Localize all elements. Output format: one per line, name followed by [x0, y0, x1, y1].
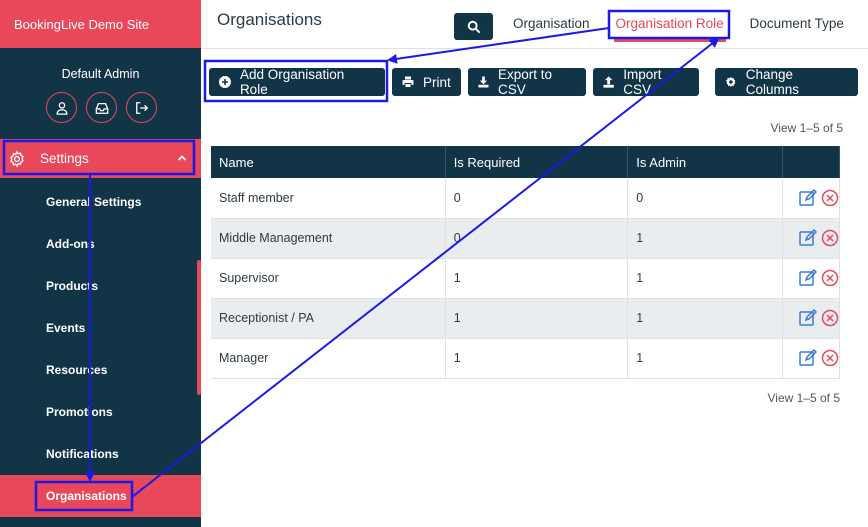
sidebar-item-label: Settings [40, 151, 89, 166]
change-columns-button[interactable]: Change Columns [715, 67, 858, 97]
export-csv-button[interactable]: Export to CSV [468, 67, 586, 97]
plus-circle-icon [219, 76, 231, 88]
cell-is-admin: 0 [627, 178, 783, 219]
cell-is-required: 1 [445, 298, 629, 339]
sidebar-item-settings[interactable]: Settings [0, 139, 201, 178]
admin-name: Default Admin [61, 67, 140, 81]
app-root: BookingLive Demo Site Default Admin Sett… [0, 0, 868, 527]
chevron-up-icon [177, 155, 187, 161]
logout-icon [135, 101, 148, 114]
delete-icon[interactable] [821, 229, 839, 247]
search-icon [467, 20, 480, 33]
brand-title[interactable]: BookingLive Demo Site [0, 0, 201, 48]
logout-button[interactable] [126, 92, 157, 123]
cell-actions [782, 218, 841, 259]
tab-bar: Organisation Organisation Role Document … [513, 16, 868, 42]
sidebar-item-add-ons[interactable]: Add-ons [0, 223, 201, 265]
cell-is-required: 1 [445, 338, 629, 379]
tab-document-type[interactable]: Document Type [750, 16, 844, 42]
gear-icon [10, 149, 24, 168]
page-title: Organisations [217, 10, 322, 29]
sidebar-item-resources[interactable]: Resources [0, 349, 201, 391]
column-header-name[interactable]: Name [211, 146, 446, 178]
gear-icon [725, 76, 736, 88]
cell-is-required: 1 [445, 258, 629, 299]
tab-organisation-role[interactable]: Organisation Role [613, 16, 726, 42]
column-header-actions [782, 146, 841, 178]
table-row: Receptionist / PA 1 1 [211, 298, 841, 339]
column-header-is-admin[interactable]: Is Admin [627, 146, 783, 178]
cell-is-required: 0 [445, 218, 629, 259]
cell-name: Middle Management [211, 218, 446, 259]
sidebar-item-products[interactable]: Products [0, 265, 201, 307]
export-button-label: Export to CSV [497, 67, 552, 97]
inbox-button[interactable] [86, 92, 117, 123]
sidebar-item-organisations[interactable]: Organisations [0, 475, 201, 517]
cell-name: Receptionist / PA [211, 298, 446, 339]
table-row: Supervisor 1 1 [211, 258, 841, 299]
sidebar-item-notifications[interactable]: Notifications [0, 433, 201, 475]
cell-is-admin: 1 [627, 258, 783, 299]
sidebar-item-promotions[interactable]: Promotions [0, 391, 201, 433]
cell-actions [782, 258, 841, 299]
header-divider [201, 48, 868, 49]
edit-icon[interactable] [799, 349, 817, 367]
download-icon [478, 76, 489, 88]
sidebar: BookingLive Demo Site Default Admin Sett… [0, 0, 201, 527]
print-button-label: Print [423, 74, 451, 90]
edit-icon[interactable] [799, 188, 817, 207]
printer-icon [402, 76, 414, 88]
cell-name: Staff member [211, 178, 446, 219]
columns-button-label: Change Columns [745, 67, 800, 97]
import-csv-button[interactable]: Import CSV [593, 67, 699, 97]
upload-icon [603, 76, 614, 88]
cell-is-admin: 1 [627, 218, 783, 259]
delete-icon[interactable] [821, 309, 839, 327]
cell-is-admin: 1 [627, 338, 783, 379]
pagination-info-bottom: View 1–5 of 5 [767, 391, 841, 405]
sidebar-item-events[interactable]: Events [0, 307, 201, 349]
settings-submenu: General Settings Add-ons Products Events… [0, 181, 201, 517]
add-organisation-role-button[interactable]: Add Organisation Role [209, 67, 385, 97]
profile-button[interactable] [46, 92, 77, 123]
edit-icon[interactable] [799, 229, 817, 247]
sidebar-item-general-settings[interactable]: General Settings [0, 181, 201, 223]
pagination-info-top: View 1–5 of 5 [770, 121, 844, 135]
search-button[interactable] [454, 13, 493, 40]
column-header-is-required[interactable]: Is Required [445, 146, 629, 178]
table-row: Manager 1 1 [211, 338, 841, 379]
table-row: Staff member 0 0 [211, 178, 841, 219]
admin-icon-group [46, 92, 157, 123]
edit-icon[interactable] [799, 309, 817, 327]
toolbar: Add Organisation Role Print Export to CS… [209, 67, 858, 97]
cell-actions [782, 338, 841, 379]
edit-icon[interactable] [799, 269, 817, 287]
main-content: Organisations Organisation Organisation … [201, 0, 868, 527]
cell-name: Manager [211, 338, 446, 379]
roles-table: Name Is Required Is Admin Staff member 0… [211, 146, 841, 379]
inbox-icon [95, 102, 108, 114]
table-row: Middle Management 0 1 [211, 218, 841, 259]
import-button-label: Import CSV [623, 67, 662, 97]
print-button[interactable]: Print [392, 68, 461, 96]
add-button-label: Add Organisation Role [239, 67, 345, 97]
cell-name: Supervisor [211, 258, 446, 299]
table-header-row: Name Is Required Is Admin [211, 146, 841, 178]
cell-actions [782, 178, 841, 219]
cell-actions [782, 298, 841, 339]
delete-icon[interactable] [821, 269, 839, 287]
cell-is-required: 0 [445, 178, 629, 219]
tab-organisation[interactable]: Organisation [513, 16, 590, 42]
delete-icon[interactable] [821, 349, 839, 367]
cell-is-admin: 1 [627, 298, 783, 339]
delete-icon[interactable] [821, 189, 839, 207]
user-icon [56, 101, 67, 115]
